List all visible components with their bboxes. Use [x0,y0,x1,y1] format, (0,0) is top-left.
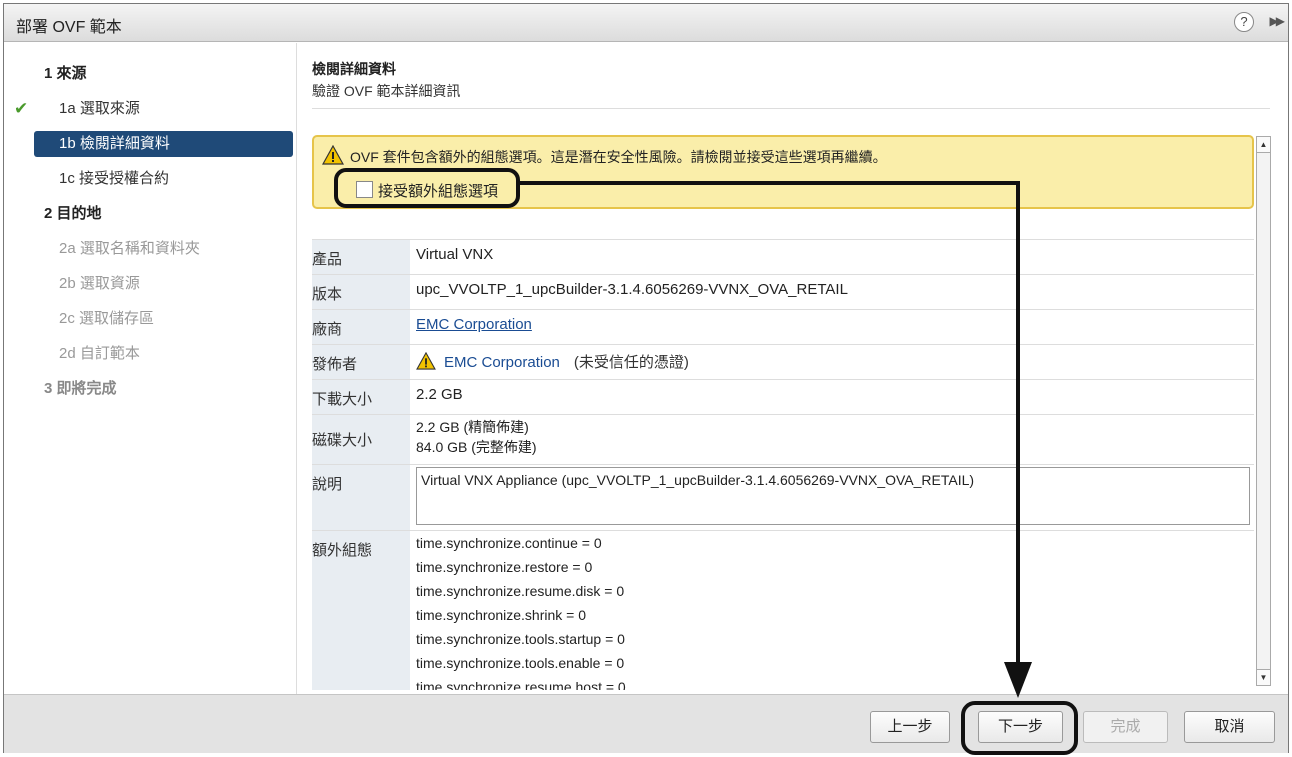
config-line: time.synchronize.continue = 0 [416,535,602,551]
row-key: 磁碟大小 [312,415,410,464]
row-key: 產品 [312,240,410,274]
config-line: time.synchronize.tools.enable = 0 [416,655,625,671]
extra-config-cell: time.synchronize.continue = 0 time.synch… [410,531,1254,690]
window-title: 部署 OVF 範本 [16,19,122,36]
accept-extra-config-checkbox[interactable] [356,181,373,198]
step-accept-license[interactable]: 1c 接受授權合約 [59,166,169,192]
vendor-cell: EMC Corporation [410,310,1254,344]
table-row: 額外組態 time.synchronize.continue = 0 time.… [312,530,1254,690]
step-select-resource: 2b 選取資源 [59,275,140,292]
config-line: time.synchronize.restore = 0 [416,559,593,575]
row-key: 下載大小 [312,380,410,414]
step-select-source[interactable]: 1a 選取來源 [59,96,140,122]
disk-size-thick: 84.0 GB (完整佈建) [416,439,537,455]
page-title: 檢閱詳細資料 [312,61,396,77]
step-destination[interactable]: 2 目的地 [44,201,102,227]
accept-extra-config-highlight: 接受額外組態選項 [334,168,520,208]
publisher-note: (未受信任的憑證) [573,354,689,371]
disk-size-cell: 2.2 GB (精簡佈建) 84.0 GB (完整佈建) [410,415,1254,464]
row-key: 廠商 [312,310,410,344]
wizard-steps-sidebar: ✔ 1 來源 1a 選取來源 1b 檢閱詳細資料 1c 接受授權合約 2 目的地… [4,43,297,694]
details-table: 產品 Virtual VNX 版本 upc_VVOLTP_1_upcBuilde… [312,239,1254,690]
vertical-scrollbar[interactable]: ▲ ▼ [1256,136,1271,686]
config-line: time.synchronize.resume.disk = 0 [416,583,625,599]
product-value: Virtual VNX [416,246,494,263]
footer-bar: 上一步 下一步 完成 取消 [4,694,1288,755]
row-key: 版本 [312,275,410,309]
help-icon[interactable]: ? [1234,12,1254,32]
description-cell: Virtual VNX Appliance (upc_VVOLTP_1_upcB… [410,465,1254,530]
step-select-name-folder: 2a 選取名稱和資料夾 [59,240,200,257]
scroll-down-icon[interactable]: ▼ [1257,669,1270,685]
config-line: time.synchronize.shrink = 0 [416,607,587,623]
next-button[interactable]: 下一步 [978,711,1063,743]
warning-text: OVF 套件包含額外的組態選項。這是潛在安全性風險。請檢閱並接受這些選項再繼續。 [350,149,887,165]
row-key: 額外組態 [312,531,410,690]
row-key: 說明 [312,465,410,530]
table-row: 發佈者 EMC Corporation (未受信任的憑證) [312,344,1254,379]
page-subtitle: 驗證 OVF 範本詳細資訊 [312,83,461,99]
scroll-up-icon[interactable]: ▲ [1257,137,1270,153]
cancel-button[interactable]: 取消 [1184,711,1275,743]
step-customize-template: 2d 自訂範本 [59,345,140,362]
check-icon: ✔ [14,99,29,118]
disk-size-thin: 2.2 GB (精簡佈建) [416,419,529,435]
publisher-cell: EMC Corporation (未受信任的憑證) [410,345,1254,379]
version-value: upc_VVOLTP_1_upcBuilder-3.1.4.6056269-VV… [416,281,848,298]
table-row: 說明 Virtual VNX Appliance (upc_VVOLTP_1_u… [312,464,1254,530]
table-row: 版本 upc_VVOLTP_1_upcBuilder-3.1.4.6056269… [312,274,1254,309]
header-divider [312,108,1270,109]
description-box: Virtual VNX Appliance (upc_VVOLTP_1_upcB… [416,467,1250,525]
finish-button: 完成 [1083,711,1168,743]
config-line: time.synchronize.tools.startup = 0 [416,631,625,647]
details-scroll-area[interactable]: OVF 套件包含額外的組態選項。這是潛在安全性風險。請檢閱並接受這些選項再繼續。… [312,135,1270,690]
step-ready-complete: 3 即將完成 [44,380,117,397]
publisher-link[interactable]: EMC Corporation [444,354,560,371]
vendor-link[interactable]: EMC Corporation [416,316,532,333]
table-row: 廠商 EMC Corporation [312,309,1254,344]
title-bar: 部署 OVF 範本 ? ▶▶ [4,4,1288,42]
warning-icon [321,144,345,169]
step-review-details[interactable]: 1b 檢閱詳細資料 [34,131,293,157]
expand-icon[interactable]: ▶▶ [1270,14,1286,28]
accept-extra-config-label[interactable]: 接受額外組態選項 [378,180,498,201]
config-line: time.synchronize.resume.host = 0 [416,679,626,690]
download-size-value: 2.2 GB [416,386,463,403]
warning-banner: OVF 套件包含額外的組態選項。這是潛在安全性風險。請檢閱並接受這些選項再繼續。… [312,135,1254,209]
table-row: 下載大小 2.2 GB [312,379,1254,414]
row-key: 發佈者 [312,345,410,379]
main-panel: 檢閱詳細資料 驗證 OVF 範本詳細資訊 OVF 套件包含額外的組態選項。這是潛… [298,43,1288,694]
step-select-storage: 2c 選取儲存區 [59,310,155,327]
deploy-ovf-dialog: 部署 OVF 範本 ? ▶▶ ✔ 1 來源 1a 選取來源 1b 檢閱詳細資料 … [3,3,1289,755]
step-source[interactable]: 1 來源 [44,61,87,87]
table-row: 磁碟大小 2.2 GB (精簡佈建) 84.0 GB (完整佈建) [312,414,1254,464]
back-button[interactable]: 上一步 [870,711,950,743]
warning-icon [416,351,436,370]
table-row: 產品 Virtual VNX [312,239,1254,274]
